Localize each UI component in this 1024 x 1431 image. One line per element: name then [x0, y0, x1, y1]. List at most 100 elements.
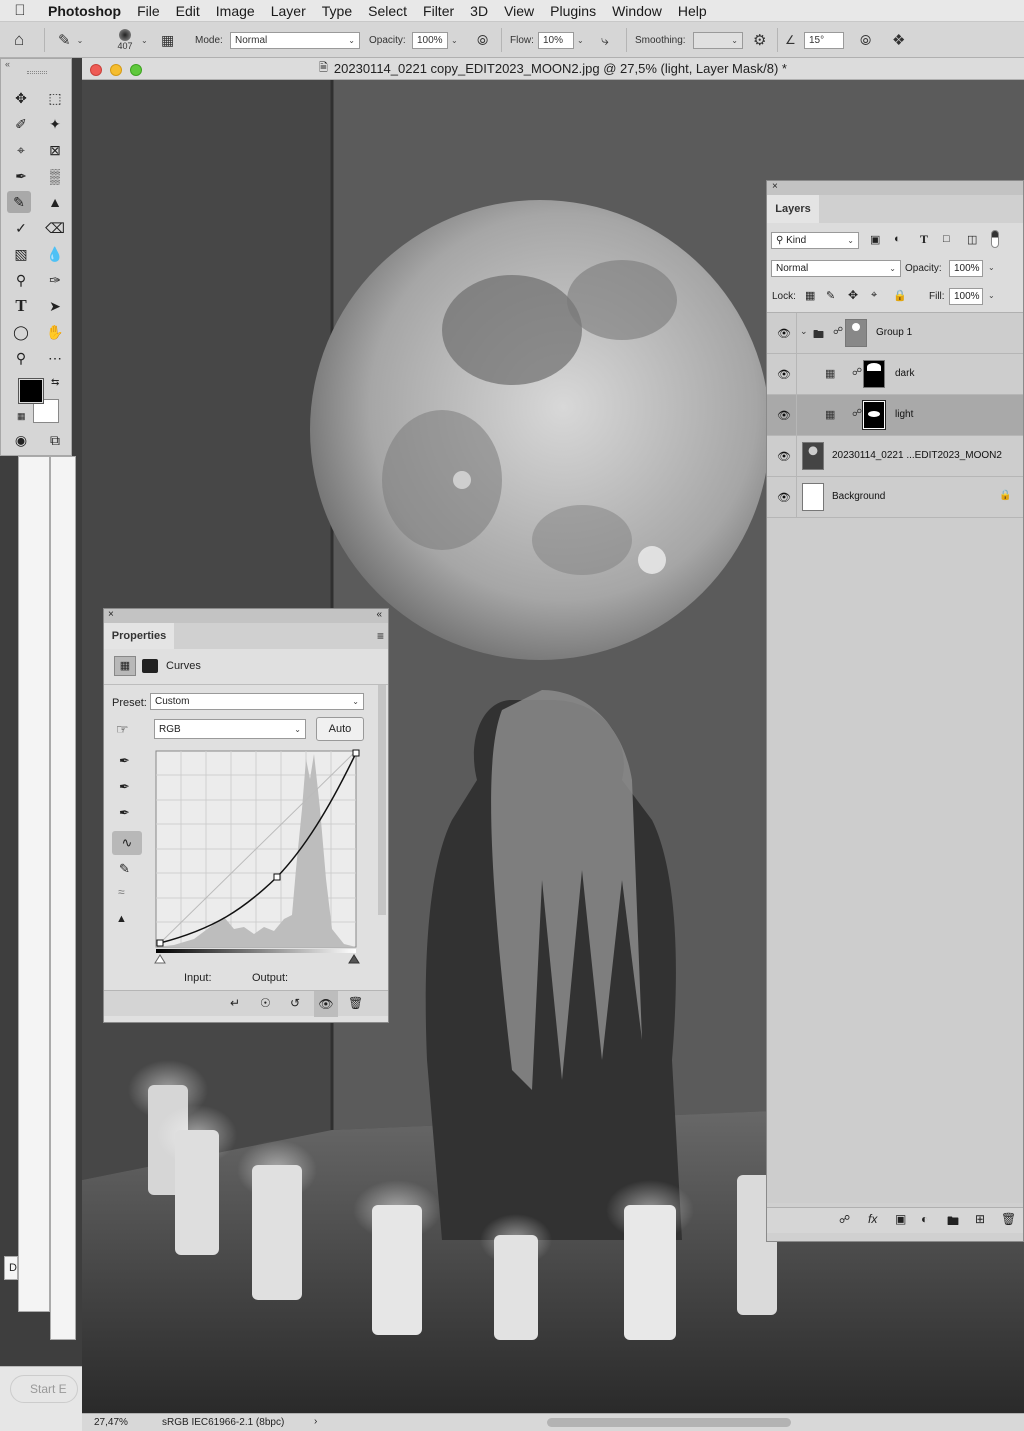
- magic-wand-tool-icon[interactable]: ✦: [43, 113, 67, 135]
- blur-tool-icon[interactable]: 💧: [43, 243, 67, 265]
- smoothing-input[interactable]: ⌄: [693, 31, 743, 49]
- clone-stamp-tool-icon[interactable]: ▲: [43, 191, 67, 213]
- curves-adjustment-icon[interactable]: ▦: [825, 367, 835, 380]
- panel-scrollbar[interactable]: [378, 685, 386, 915]
- toggle-visibility-eye-icon[interactable]: 👁: [314, 991, 338, 1017]
- filter-adjustment-icon[interactable]: ◐: [894, 233, 901, 245]
- apple-icon[interactable]: : [0, 2, 40, 19]
- filter-toggle-icon[interactable]: [991, 230, 999, 248]
- smooth-curve-icon[interactable]: ≈: [118, 885, 125, 899]
- menu-image[interactable]: Image: [208, 3, 263, 19]
- filter-type-icon[interactable]: T: [920, 232, 928, 247]
- menu-file[interactable]: File: [129, 3, 168, 19]
- filter-smart-object-icon[interactable]: ◫: [967, 233, 977, 246]
- menu-type[interactable]: Type: [314, 3, 360, 19]
- link-icon[interactable]: ☍: [833, 326, 843, 337]
- layer-opacity-chevron-icon[interactable]: ⌄: [988, 263, 995, 272]
- menu-3d[interactable]: 3D: [462, 3, 496, 19]
- foreground-color-swatch[interactable]: [18, 378, 44, 404]
- menu-help[interactable]: Help: [670, 3, 715, 19]
- zoom-tool-icon[interactable]: ⚲: [9, 347, 33, 369]
- brush-tool-preset-icon[interactable]: ✎ ⌄: [58, 22, 83, 58]
- blend-mode-dropdown[interactable]: Normal ⌄: [771, 260, 901, 277]
- expand-chevron-icon[interactable]: ⌄: [800, 326, 808, 337]
- lock-all-icon[interactable]: 🔒: [893, 289, 907, 302]
- layer-mask-thumbnail[interactable]: [863, 360, 885, 388]
- minimize-window-icon[interactable]: [110, 64, 122, 76]
- black-point-eyedropper-icon[interactable]: ✒: [119, 753, 130, 769]
- brush-picker-chevron-icon[interactable]: ⌄: [141, 22, 148, 58]
- link-icon[interactable]: ☍: [852, 408, 862, 419]
- new-adjustment-layer-icon[interactable]: ◐: [921, 1212, 928, 1226]
- white-point-eyedropper-icon[interactable]: ✒: [119, 805, 130, 821]
- home-icon[interactable]: ⌂: [14, 22, 24, 58]
- curves-graph[interactable]: [154, 749, 360, 965]
- image-layer-thumbnail[interactable]: [802, 442, 824, 470]
- pressure-size-icon[interactable]: ⦾: [860, 22, 871, 58]
- eraser-tool-icon[interactable]: ⌫: [43, 217, 67, 239]
- crop-tool-icon[interactable]: ⌖: [9, 139, 33, 161]
- new-group-folder-icon[interactable]: 🖿: [947, 1212, 959, 1233]
- curve-black-point[interactable]: [156, 939, 164, 947]
- status-menu-chevron-icon[interactable]: ›: [314, 1416, 317, 1427]
- swap-colors-icon[interactable]: ⇆: [51, 377, 59, 388]
- curve-points-icon[interactable]: ∿: [112, 831, 142, 855]
- menu-view[interactable]: View: [496, 3, 542, 19]
- tab-properties[interactable]: Properties: [104, 623, 174, 649]
- layer-row[interactable]: 👁 ▦ ☍ dark: [767, 354, 1023, 395]
- smoothing-settings-gear-icon[interactable]: ⚙: [753, 22, 766, 58]
- tab-layers[interactable]: Layers: [767, 195, 819, 223]
- symmetry-butterfly-icon[interactable]: ❖: [892, 22, 905, 58]
- horizontal-scrollbar[interactable]: [547, 1418, 791, 1427]
- curve-control-point[interactable]: [273, 873, 281, 881]
- panel-grip[interactable]: [27, 71, 47, 74]
- marquee-tool-icon[interactable]: ⬚: [43, 87, 67, 109]
- opacity-input[interactable]: 100%: [412, 31, 448, 49]
- move-tool-icon[interactable]: ✥: [9, 87, 33, 109]
- menu-select[interactable]: Select: [360, 3, 415, 19]
- close-window-icon[interactable]: [90, 64, 102, 76]
- auto-button[interactable]: Auto: [316, 717, 364, 741]
- ellipse-tool-icon[interactable]: ◯: [9, 321, 33, 343]
- collapse-icon[interactable]: «: [5, 59, 10, 69]
- delete-adjustment-trash-icon[interactable]: 🗑: [348, 996, 363, 1010]
- dodge-tool-icon[interactable]: ⚲: [9, 269, 33, 291]
- layer-opacity-input[interactable]: 100%: [949, 260, 983, 277]
- menu-app-name[interactable]: Photoshop: [40, 3, 129, 19]
- preset-dropdown[interactable]: Custom ⌄: [150, 693, 364, 710]
- flow-chevron-icon[interactable]: ⌄: [577, 22, 584, 58]
- background-window[interactable]: [50, 456, 76, 1340]
- hand-tool-icon[interactable]: ✋: [43, 321, 67, 343]
- menu-plugins[interactable]: Plugins: [542, 3, 604, 19]
- close-panel-icon[interactable]: ×: [108, 609, 114, 620]
- layer-row[interactable]: 👁 20230114_0221 ...EDIT2023_MOON2: [767, 436, 1023, 477]
- brush-tool-icon[interactable]: ✎: [7, 191, 31, 213]
- curves-adjustment-icon[interactable]: ▦: [825, 408, 835, 421]
- quick-mask-icon[interactable]: ◉: [9, 429, 33, 451]
- pencil-draw-curve-icon[interactable]: ✎: [119, 861, 130, 877]
- delete-layer-trash-icon[interactable]: 🗑: [1001, 1212, 1016, 1226]
- channel-dropdown[interactable]: RGB ⌄: [154, 719, 306, 739]
- lock-position-icon[interactable]: ✥: [848, 288, 858, 302]
- new-layer-icon[interactable]: ⊞: [975, 1212, 985, 1226]
- pen-tool-icon[interactable]: ✑: [43, 269, 67, 291]
- healing-brush-tool-icon[interactable]: ▒: [43, 165, 67, 187]
- collapse-panel-icon[interactable]: «: [376, 609, 382, 620]
- mode-dropdown[interactable]: Normal ⌄: [230, 31, 360, 49]
- curve-white-point[interactable]: [352, 749, 360, 757]
- link-icon[interactable]: ☍: [852, 367, 862, 378]
- add-mask-icon[interactable]: ▣: [895, 1212, 906, 1226]
- filter-shape-icon[interactable]: □: [943, 233, 950, 245]
- on-image-adjust-icon[interactable]: ☞: [116, 721, 129, 738]
- default-colors-icon[interactable]: ▦: [17, 411, 26, 422]
- clipping-warning-icon[interactable]: ▲: [116, 913, 127, 925]
- more-tools-icon[interactable]: ⋯: [43, 347, 67, 369]
- black-input-slider[interactable]: [154, 954, 166, 964]
- history-brush-tool-icon[interactable]: ✓: [9, 217, 33, 239]
- frame-tool-icon[interactable]: ⊠: [43, 139, 67, 161]
- reset-adjustment-icon[interactable]: ↺: [290, 996, 300, 1010]
- opacity-chevron-icon[interactable]: ⌄: [451, 22, 458, 58]
- layer-mask-thumbnail[interactable]: [862, 400, 886, 430]
- menu-filter[interactable]: Filter: [415, 3, 462, 19]
- document-title-bar[interactable]: 🗎 20230114_0221 copy_EDIT2023_MOON2.jpg …: [82, 58, 1024, 80]
